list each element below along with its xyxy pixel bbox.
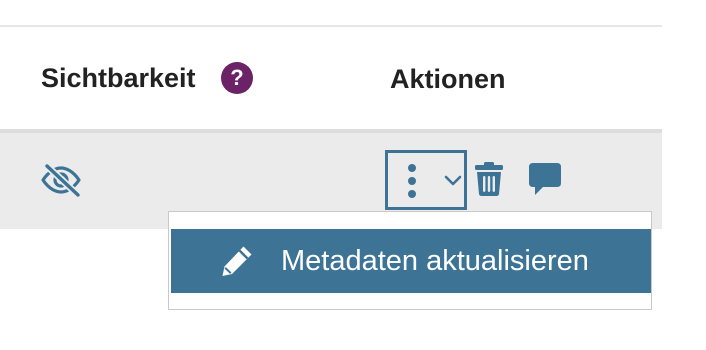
pencil-icon: [222, 246, 252, 276]
menu-item-label: Metadaten aktualisieren: [281, 245, 589, 277]
column-header-actions: Aktionen: [390, 64, 506, 94]
row-actions-dropdown[interactable]: [385, 150, 467, 210]
visibility-help-icon[interactable]: ?: [221, 62, 253, 94]
menu-item-update-metadata[interactable]: Metadaten aktualisieren: [171, 229, 651, 293]
chevron-down-icon: [444, 175, 462, 186]
more-vertical-icon: [408, 164, 416, 198]
comment-icon[interactable]: [527, 161, 563, 197]
trash-icon[interactable]: [474, 161, 504, 197]
row-actions-menu: Metadaten aktualisieren: [168, 211, 652, 310]
column-header-visibility: Sichtbarkeit: [41, 63, 196, 93]
eye-slash-icon[interactable]: [40, 163, 82, 197]
